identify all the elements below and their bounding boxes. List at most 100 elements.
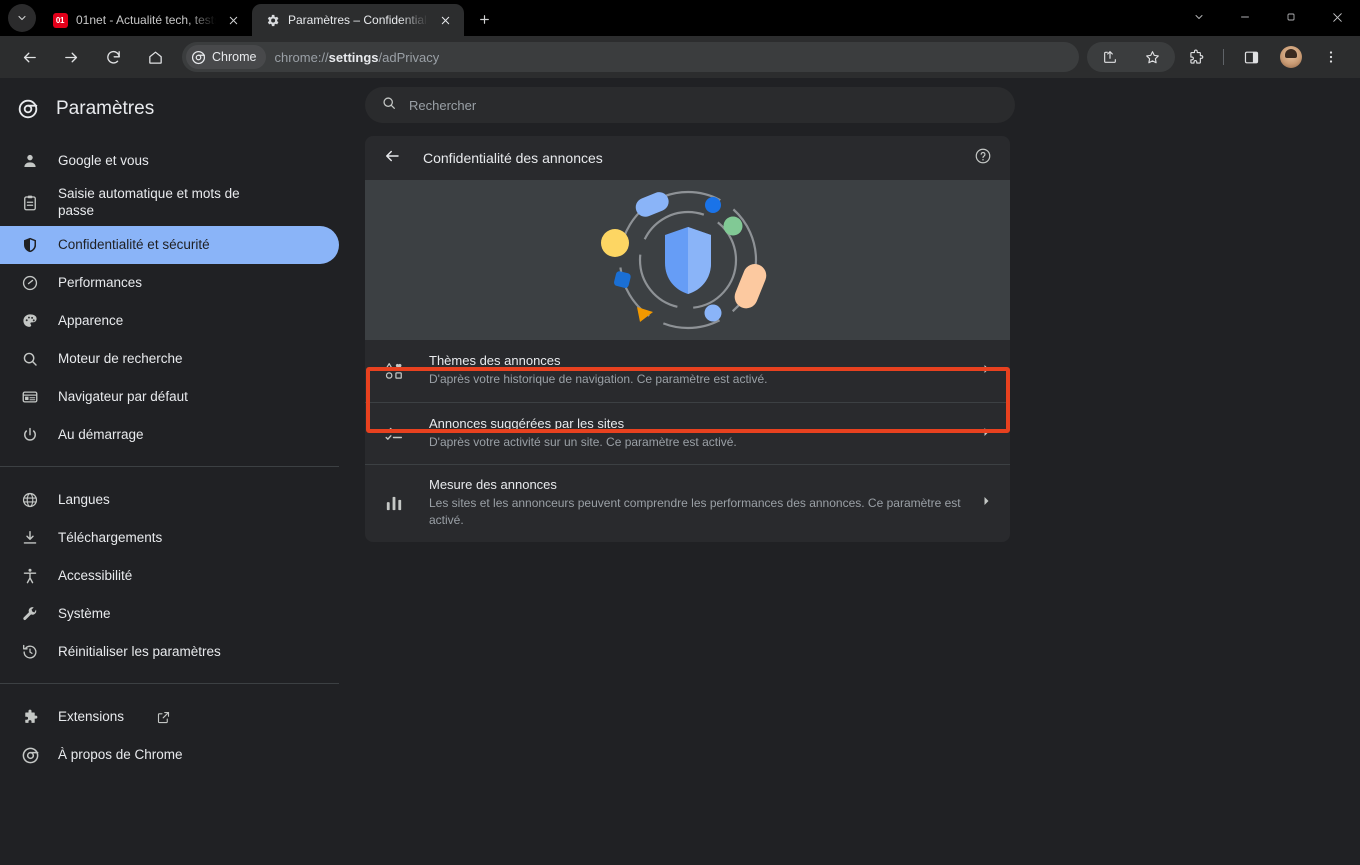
row-ad-topics[interactable]: Thèmes des annonces D'après votre histor… [365, 340, 1010, 402]
accessibility-icon [20, 566, 40, 586]
sidebar-item-moteur-de-recherche[interactable]: Moteur de recherche [0, 340, 339, 378]
star-icon [1145, 50, 1159, 63]
puzzle-icon [20, 707, 40, 727]
clipboard-icon [20, 193, 40, 213]
restore-clock-icon [20, 642, 40, 662]
external-link-icon[interactable] [156, 710, 171, 725]
ad-privacy-card: Confidentialité des annonces Thèmes des … [365, 136, 1010, 542]
tab-search-button[interactable] [8, 4, 36, 32]
sidebar-item-label: Accessibilité [58, 567, 133, 583]
back-button[interactable] [14, 42, 44, 72]
side-panel-button[interactable] [1236, 42, 1266, 72]
ad-privacy-rows: Thèmes des annonces D'après votre histor… [365, 340, 1010, 542]
row-text: Annonces suggérées par les sites D'après… [429, 416, 964, 451]
shield-icon [20, 235, 40, 255]
bookmark-button[interactable] [1137, 42, 1167, 72]
row-site-suggested-ads[interactable]: Annonces suggérées par les sites D'après… [365, 402, 1010, 464]
chevron-down-icon [18, 15, 26, 21]
sidebar-item-confidentialite-et-securite[interactable]: Confidentialité et sécurité [0, 226, 339, 264]
sidebar-nav-group-1: Google et vous Saisie automatique et mot… [0, 140, 365, 454]
settings-brand: Paramètres [0, 78, 365, 140]
sidebar-item-accessibilite[interactable]: Accessibilité [0, 557, 339, 595]
sidebar-item-label: Moteur de recherche [58, 350, 183, 366]
sidebar-item-extensions[interactable]: Extensions [0, 698, 339, 736]
window-maximize-button[interactable] [1268, 0, 1314, 34]
sidebar-item-saisie-automatique[interactable]: Saisie automatique et mots de passe [0, 180, 339, 226]
sidebar-item-telechargements[interactable]: Téléchargements [0, 519, 339, 557]
back-arrow-icon [386, 150, 399, 161]
bar-chart-icon [383, 493, 405, 513]
chevron-right-icon[interactable] [980, 362, 992, 380]
browser-tab-1[interactable]: Paramètres – Confidentialité des [252, 4, 464, 36]
browser-toolbar: Chrome chrome://settings/adPrivacy [0, 36, 1360, 78]
section-header: Confidentialité des annonces [365, 136, 1010, 180]
sidebar-item-apparence[interactable]: Apparence [0, 302, 339, 340]
sidebar-item-label: Système [58, 605, 111, 621]
chevron-right-icon[interactable] [980, 494, 992, 512]
sidebar-item-langues[interactable]: Langues [0, 481, 339, 519]
globe-icon [20, 490, 40, 510]
share-icon [1104, 51, 1116, 63]
sidebar-item-performances[interactable]: Performances [0, 264, 339, 302]
row-title: Thèmes des annonces [429, 353, 561, 369]
chrome-menu-button[interactable] [1316, 42, 1346, 72]
chrome-logo-icon [20, 745, 40, 765]
reload-button[interactable] [98, 42, 128, 72]
maximize-icon [1287, 13, 1295, 21]
extensions-button[interactable] [1181, 42, 1211, 72]
toolbar-divider [1223, 49, 1224, 65]
sidebar-divider-1 [0, 466, 339, 467]
chevron-right-icon[interactable] [980, 425, 992, 443]
url-suffix: /adPrivacy [378, 49, 440, 65]
profile-avatar[interactable] [1280, 46, 1302, 68]
window-close-button[interactable] [1314, 0, 1360, 34]
share-button[interactable] [1095, 42, 1125, 72]
window-tabsearch-button[interactable] [1176, 0, 1222, 34]
chrome-logo-icon [191, 50, 206, 64]
back-arrow-icon [23, 52, 36, 62]
checklist-icon [383, 424, 405, 444]
chrome-chip-label: Chrome [212, 50, 257, 64]
home-button[interactable] [140, 42, 170, 72]
sidebar-nav-group-3: Extensions À propos de Chrome [0, 696, 365, 774]
tab-title: Paramètres – Confidentialité des [288, 13, 428, 27]
page-title: Paramètres [56, 98, 155, 119]
ad-topics-shapes-icon [383, 361, 405, 381]
sidebar-item-au-demarrage[interactable]: Au démarrage [0, 416, 339, 454]
help-circle-icon [975, 148, 991, 163]
sidebar-item-google-et-vous[interactable]: Google et vous [0, 142, 339, 180]
side-panel-icon [1244, 51, 1258, 63]
back-button[interactable] [383, 147, 401, 170]
chrome-origin-chip[interactable]: Chrome [186, 45, 267, 69]
settings-main: Rechercher Confidentialité des annonces [365, 78, 1360, 865]
palette-icon [20, 311, 40, 331]
sidebar-item-a-propos-de-chrome[interactable]: À propos de Chrome [0, 736, 339, 774]
sidebar-nav-group-2: Langues Téléchargements Accessibilité Sy… [0, 479, 365, 671]
sidebar-item-systeme[interactable]: Système [0, 595, 339, 633]
sidebar-item-label: Performances [58, 274, 143, 290]
forward-button[interactable] [56, 42, 86, 72]
search-icon [20, 349, 40, 369]
window-controls [1176, 0, 1360, 36]
01net-favicon: 01 [52, 12, 68, 28]
window-minimize-button[interactable] [1222, 0, 1268, 34]
address-bar[interactable]: Chrome chrome://settings/adPrivacy [182, 42, 1079, 72]
search-input[interactable]: Rechercher [365, 87, 1015, 123]
row-title: Mesure des annonces [429, 477, 557, 492]
close-icon [441, 16, 449, 24]
sidebar-item-label: Navigateur par défaut [58, 388, 188, 404]
browser-tab-0[interactable]: 01 01net - Actualité tech, tests pro [40, 4, 252, 36]
sidebar-item-navigateur-par-defaut[interactable]: Navigateur par défaut [0, 378, 339, 416]
wrench-icon [20, 604, 40, 624]
new-tab-button[interactable] [470, 5, 498, 33]
tab-close-button[interactable] [436, 11, 454, 29]
sidebar-item-reinitialiser-les-parametres[interactable]: Réinitialiser les paramètres [0, 633, 339, 671]
power-icon [20, 425, 40, 445]
sidebar-item-label: Extensions [58, 708, 125, 724]
row-ad-measurement[interactable]: Mesure des annonces Les sites et les ann… [365, 464, 1010, 542]
sidebar-item-label: À propos de Chrome [58, 746, 183, 762]
tab-close-button[interactable] [224, 11, 242, 29]
help-button[interactable] [974, 147, 992, 170]
search-icon [381, 95, 397, 116]
browser-window-icon [20, 387, 40, 407]
